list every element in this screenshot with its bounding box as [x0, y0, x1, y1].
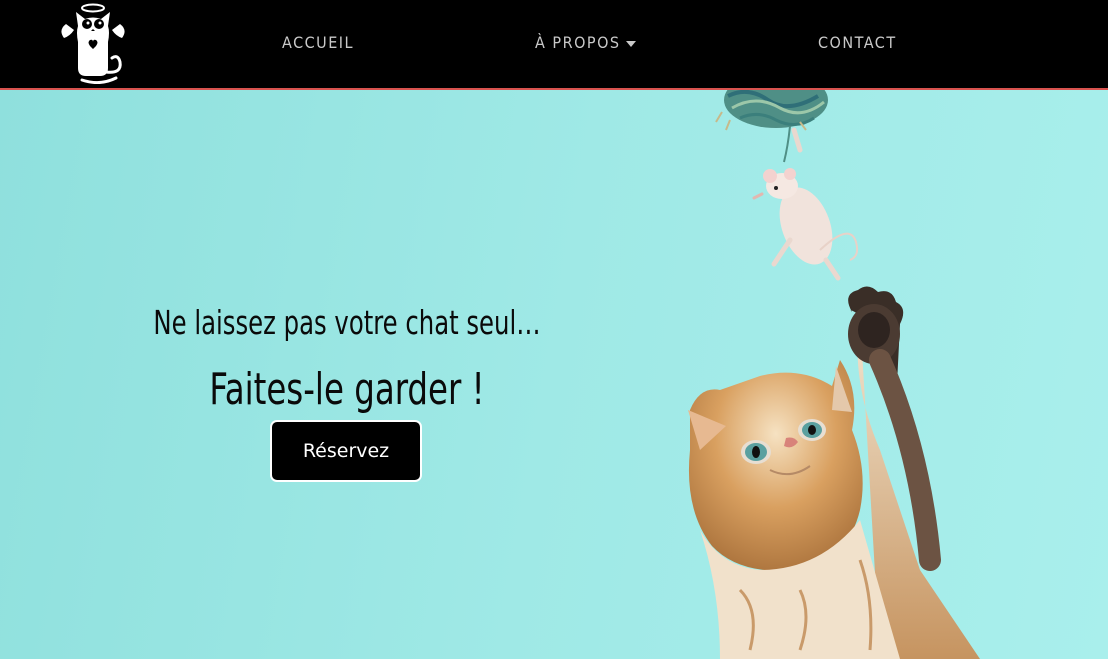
nav-a-propos[interactable]: À PROPOS: [535, 33, 636, 52]
caret-down-icon[interactable]: [625, 40, 636, 47]
toy-mouse: [752, 127, 859, 281]
navbar: ACCUEIL À PROPOS CONTACT: [0, 0, 1108, 90]
angel-cat-logo-icon[interactable]: [60, 2, 126, 84]
yarn-ball: [715, 90, 828, 163]
kitten: [688, 286, 980, 659]
reserve-button[interactable]: Réservez: [270, 420, 422, 482]
hero-tagline: Ne laissez pas votre chat seul…: [153, 303, 541, 342]
nav-a-propos-label: À PROPOS: [535, 33, 621, 52]
nav-accueil[interactable]: ACCUEIL: [282, 33, 354, 52]
hero-section: Ne laissez pas votre chat seul… Faites-l…: [0, 90, 1108, 659]
nav-contact[interactable]: CONTACT: [818, 33, 897, 52]
hero-headline: Faites-le garder !: [209, 364, 485, 415]
